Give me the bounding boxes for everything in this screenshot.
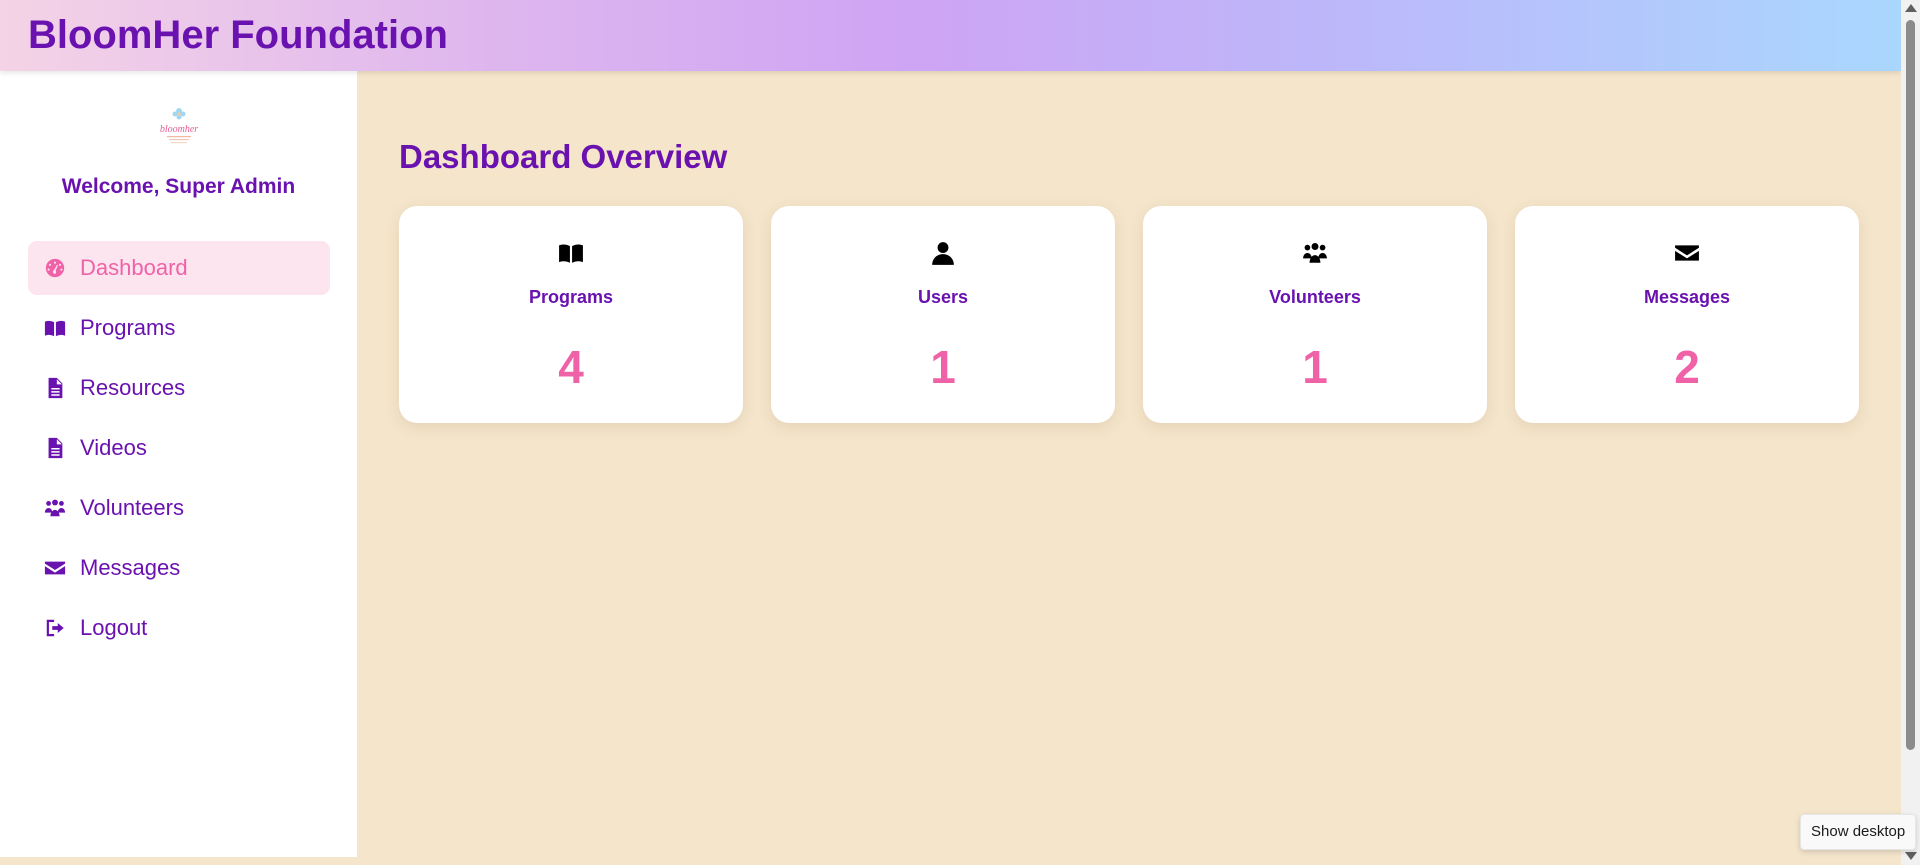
- card-value: 2: [1674, 341, 1700, 393]
- card-label: Messages: [1643, 287, 1731, 307]
- show-desktop-tooltip: Show desktop: [1800, 814, 1917, 850]
- stat-card-programs[interactable]: Programs 4: [399, 206, 743, 423]
- card-label: Users: [917, 287, 969, 307]
- users-icon: [1143, 240, 1487, 266]
- app-header: BloomHer Foundation: [0, 0, 1901, 71]
- users-icon: [42, 495, 68, 521]
- page-scrollbar[interactable]: [1901, 0, 1920, 865]
- sidebar-item-label: Dashboard: [80, 255, 188, 280]
- sidebar-item-label: Resources: [80, 375, 186, 400]
- sidebar-item-label: Volunteers: [80, 495, 184, 520]
- envelope-icon: [1515, 240, 1859, 266]
- sign-out-icon: [42, 615, 68, 641]
- sidebar-item-messages[interactable]: Messages: [28, 541, 330, 595]
- card-value: 1: [1302, 341, 1328, 393]
- sidebar-item-videos[interactable]: Videos: [28, 421, 330, 475]
- scrollbar-thumb[interactable]: [1906, 20, 1915, 750]
- card-label: Volunteers: [1269, 287, 1361, 307]
- app-title: BloomHer Foundation: [28, 13, 448, 57]
- main-content: Dashboard Overview Programs 4 Users 1 Vo…: [357, 71, 1901, 865]
- envelope-icon: [42, 555, 68, 581]
- sidebar-item-programs[interactable]: Programs: [28, 301, 330, 355]
- card-label: Programs: [528, 287, 614, 307]
- book-open-icon: [399, 240, 743, 266]
- sidebar: bloomher Welcome, Super Admin Dashboard …: [0, 71, 357, 857]
- sidebar-item-logout[interactable]: Logout: [28, 601, 330, 655]
- card-value: 1: [930, 341, 956, 393]
- sidebar-item-label: Logout: [80, 615, 148, 640]
- sidebar-item-label: Programs: [80, 315, 176, 340]
- sidebar-item-dashboard[interactable]: Dashboard: [28, 241, 330, 295]
- stat-card-volunteers[interactable]: Volunteers 1: [1143, 206, 1487, 423]
- welcome-text: Welcome, Super Admin: [61, 175, 296, 198]
- scroll-down-icon[interactable]: [1905, 852, 1917, 860]
- sidebar-item-resources[interactable]: Resources: [28, 361, 330, 415]
- book-open-icon: [42, 315, 68, 341]
- stat-card-messages[interactable]: Messages 2: [1515, 206, 1859, 423]
- file-icon: [42, 435, 68, 461]
- file-icon: [42, 375, 68, 401]
- logo-text: bloomher: [160, 124, 198, 135]
- page-title: Dashboard Overview: [399, 138, 728, 175]
- sidebar-item-label: Videos: [80, 435, 147, 460]
- sidebar-item-label: Messages: [80, 555, 181, 580]
- stat-card-users[interactable]: Users 1: [771, 206, 1115, 423]
- scroll-up-icon[interactable]: [1905, 4, 1917, 12]
- card-value: 4: [558, 341, 584, 393]
- logo: bloomher: [155, 105, 203, 149]
- user-icon: [771, 240, 1115, 266]
- sidebar-item-volunteers[interactable]: Volunteers: [28, 481, 330, 535]
- tachometer-icon: [42, 255, 68, 281]
